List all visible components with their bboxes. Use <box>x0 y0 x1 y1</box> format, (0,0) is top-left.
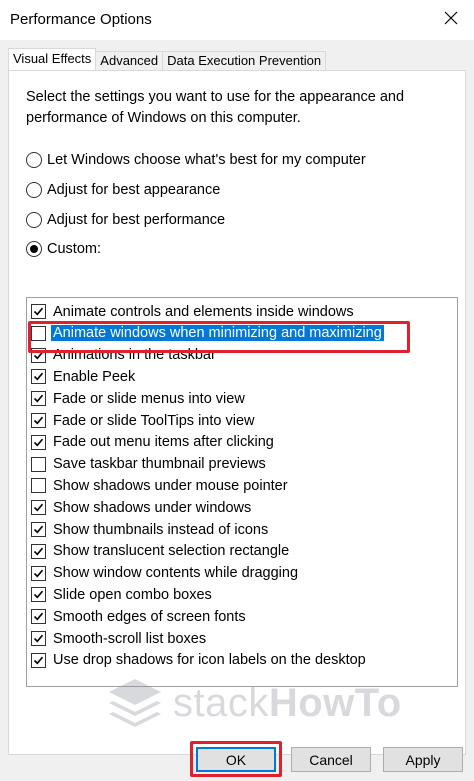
effect-label: Animate controls and elements inside win… <box>53 303 354 320</box>
effect-label: Fade out menu items after clicking <box>53 434 274 451</box>
effect-item[interactable]: Show thumbnails instead of icons <box>31 519 270 540</box>
effect-label: Use drop shadows for icon labels on the … <box>53 652 366 669</box>
effect-label: Smooth edges of screen fonts <box>53 608 246 625</box>
tab-advanced[interactable]: Advanced <box>95 51 164 70</box>
checkbox-checked[interactable] <box>31 391 46 407</box>
checkbox-unchecked[interactable] <box>31 456 46 472</box>
effect-label: Fade or slide menus into view <box>53 390 245 407</box>
radio-button[interactable] <box>26 152 42 168</box>
effect-item[interactable]: Animate controls and elements inside win… <box>31 301 356 322</box>
checkbox-checked[interactable] <box>31 631 46 646</box>
checkbox-checked[interactable] <box>31 413 46 428</box>
tab-visual-effects[interactable]: Visual Effects <box>8 48 97 70</box>
radio-let-windows-choose[interactable]: Let Windows choose what's best for my co… <box>26 149 366 171</box>
effect-label: Save taskbar thumbnail previews <box>53 456 266 473</box>
effect-item[interactable]: Smooth edges of screen fonts <box>31 606 248 627</box>
annotation-highlight <box>28 321 410 353</box>
radio-custom[interactable]: Custom: <box>26 238 101 260</box>
window-title: Performance Options <box>10 11 152 28</box>
effect-item[interactable]: Use drop shadows for icon labels on the … <box>31 650 368 671</box>
radio-best-performance[interactable]: Adjust for best performance <box>26 209 225 231</box>
checkbox-checked[interactable] <box>31 522 46 537</box>
effect-item[interactable]: Save taskbar thumbnail previews <box>31 454 268 475</box>
effect-item[interactable]: Enable Peek <box>31 366 137 387</box>
effect-item[interactable]: Fade out menu items after clicking <box>31 432 276 453</box>
dialog-body: Visual Effects Advanced Data Execution P… <box>0 40 474 781</box>
effect-item[interactable]: Show window contents while dragging <box>31 563 300 584</box>
effect-item[interactable]: Smooth-scroll list boxes <box>31 628 208 649</box>
effect-item[interactable]: Fade or slide menus into view <box>31 388 247 409</box>
stack-layers-icon <box>109 679 161 727</box>
effect-label: Slide open combo boxes <box>53 586 212 603</box>
checkbox-checked[interactable] <box>31 500 46 516</box>
effect-label: Show window contents while dragging <box>53 565 299 582</box>
effect-label: Show shadows under mouse pointer <box>53 477 288 494</box>
close-icon <box>444 11 458 25</box>
effect-item[interactable]: Show shadows under windows <box>31 497 253 518</box>
effect-item[interactable]: Slide open combo boxes <box>31 584 214 605</box>
radio-label: Let Windows choose what's best for my co… <box>47 152 366 168</box>
checkbox-checked[interactable] <box>31 609 46 625</box>
effect-label: Enable Peek <box>53 368 136 385</box>
radio-label: Custom: <box>47 241 101 257</box>
effects-list[interactable]: Animate controls and elements inside win… <box>26 297 458 687</box>
effect-label: Fade or slide ToolTips into view <box>53 412 255 429</box>
checkbox-checked[interactable] <box>31 304 46 319</box>
effect-item[interactable]: Fade or slide ToolTips into view <box>31 410 257 431</box>
effect-item[interactable]: Show translucent selection rectangle <box>31 541 291 562</box>
radio-button-checked[interactable] <box>26 241 42 257</box>
effect-item[interactable]: Show shadows under mouse pointer <box>31 475 290 496</box>
watermark-text: stackHowTo <box>173 680 402 725</box>
intro-text: Select the settings you want to use for … <box>26 89 405 126</box>
checkbox-unchecked[interactable] <box>31 478 46 494</box>
radio-label: Adjust for best performance <box>47 212 226 228</box>
visual-effects-panel: Select the settings you want to use for … <box>8 70 466 755</box>
close-button[interactable] <box>428 0 474 36</box>
tab-strip: Visual Effects Advanced Data Execution P… <box>8 48 327 70</box>
effect-label: Smooth-scroll list boxes <box>53 630 207 647</box>
checkbox-checked[interactable] <box>31 652 46 668</box>
checkbox-checked[interactable] <box>31 565 46 581</box>
checkbox-checked[interactable] <box>31 369 46 385</box>
annotation-highlight-ok <box>190 741 282 777</box>
effect-label: Show thumbnails instead of icons <box>53 521 269 538</box>
tab-data-execution-prevention[interactable]: Data Execution Prevention <box>162 51 327 70</box>
title-bar: Performance Options <box>0 0 474 40</box>
apply-button[interactable]: Apply <box>383 747 463 772</box>
effect-label: Show translucent selection rectangle <box>53 543 290 560</box>
cancel-button[interactable]: Cancel <box>291 747 371 772</box>
effect-label: Show shadows under windows <box>53 499 252 516</box>
watermark: stackHowTo <box>105 675 402 731</box>
radio-button[interactable] <box>26 212 42 228</box>
checkbox-checked[interactable] <box>31 543 46 559</box>
checkbox-checked[interactable] <box>31 587 46 603</box>
radio-label: Adjust for best appearance <box>47 182 221 198</box>
radio-button[interactable] <box>26 182 42 198</box>
checkbox-checked[interactable] <box>31 434 46 450</box>
radio-best-appearance[interactable]: Adjust for best appearance <box>26 179 220 201</box>
